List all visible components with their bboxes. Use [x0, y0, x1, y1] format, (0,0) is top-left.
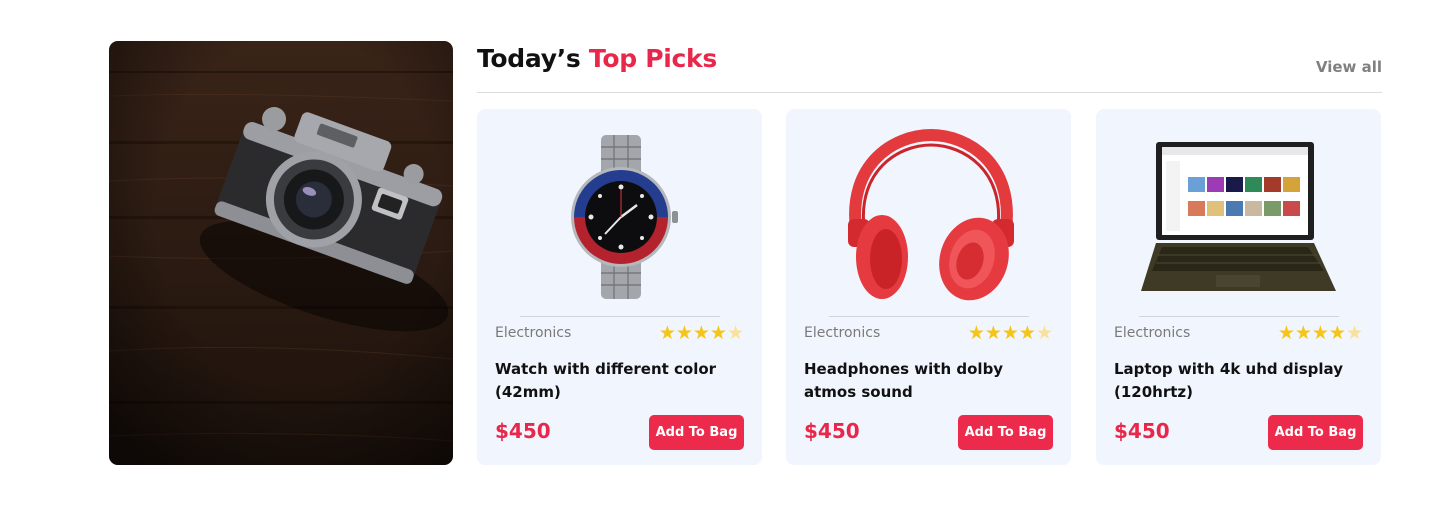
title-main: Today’s — [477, 44, 581, 73]
view-all-link[interactable]: View all — [1316, 58, 1382, 76]
add-to-bag-button[interactable]: Add To Bag — [1268, 415, 1363, 450]
add-to-bag-button[interactable]: Add To Bag — [649, 415, 744, 450]
rating-stars: ★★★★★ — [968, 322, 1053, 344]
product-name[interactable]: Headphones with dolby atmos sound — [804, 358, 1044, 404]
star-empty-icon: ★ — [1035, 322, 1053, 344]
product-name[interactable]: Laptop with 4k uhd display (120hrtz) — [1114, 358, 1354, 404]
product-card-laptop[interactable]: Electronics ★★★★★ Laptop with 4k uhd dis… — [1096, 109, 1381, 465]
add-to-bag-button[interactable]: Add To Bag — [958, 415, 1053, 450]
title-accent: Top Picks — [588, 44, 717, 73]
section-title: Today’s Top Picks — [477, 44, 717, 73]
star-empty-icon: ★ — [1345, 322, 1363, 344]
star-empty-icon: ★ — [726, 322, 744, 344]
star-icon: ★★★★ — [658, 322, 727, 344]
watch-image — [571, 135, 678, 299]
card-divider — [1139, 316, 1339, 317]
camera-image — [109, 41, 453, 465]
card-divider — [520, 316, 720, 317]
product-card-watch[interactable]: Electronics ★★★★★ Watch with different c… — [477, 109, 762, 465]
headphones-image — [848, 128, 1014, 301]
product-category: Electronics — [1114, 325, 1191, 341]
rating-stars: ★★★★★ — [659, 322, 744, 344]
product-category: Electronics — [495, 325, 572, 341]
product-price: $450 — [804, 419, 860, 443]
product-name[interactable]: Watch with different color (42mm) — [495, 358, 735, 404]
product-category: Electronics — [804, 325, 881, 341]
promo-banner-camera[interactable] — [109, 41, 453, 465]
product-card-headphones[interactable]: Electronics ★★★★★ Headphones with dolby … — [786, 109, 1071, 465]
laptop-image — [1141, 142, 1336, 291]
card-divider — [829, 316, 1029, 317]
star-icon: ★★★★ — [967, 322, 1036, 344]
section-header: Today’s Top Picks View all — [477, 40, 1382, 93]
star-icon: ★★★★ — [1277, 322, 1346, 344]
product-price: $450 — [495, 419, 551, 443]
product-price: $450 — [1114, 419, 1170, 443]
rating-stars: ★★★★★ — [1278, 322, 1363, 344]
